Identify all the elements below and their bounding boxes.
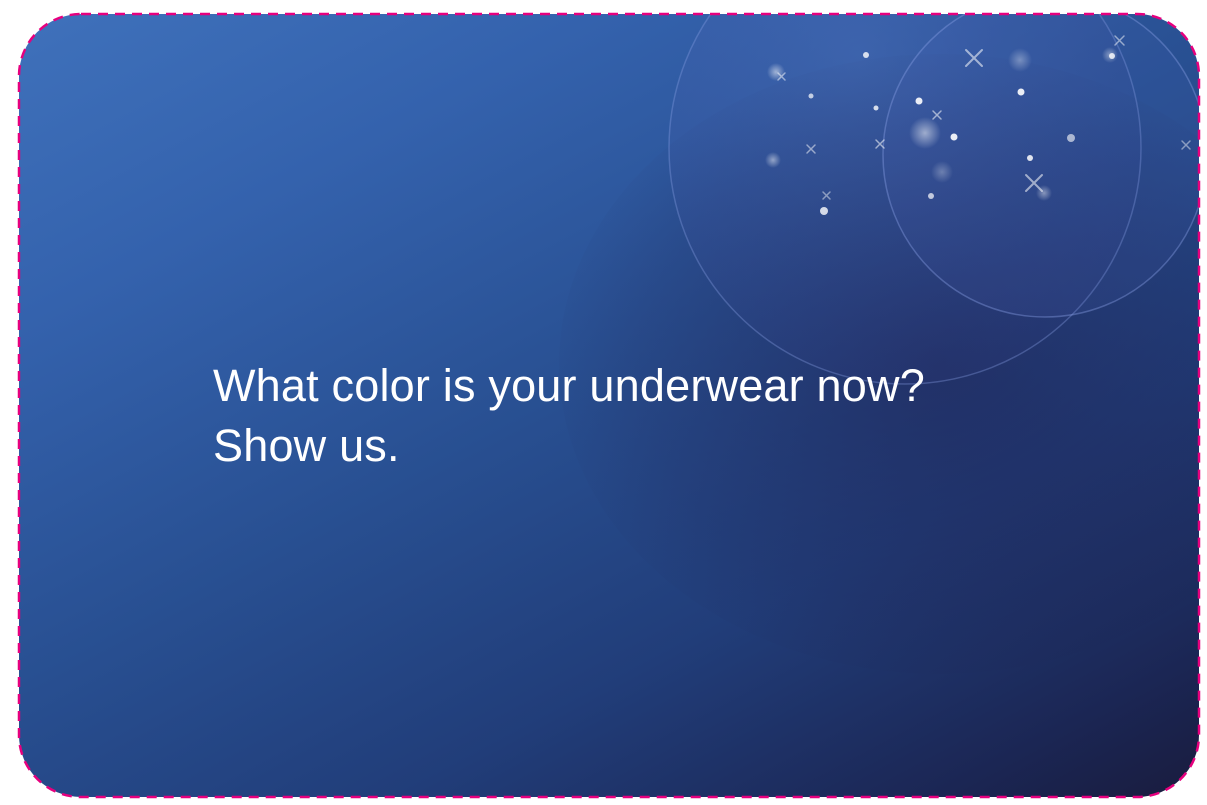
- question-line-1: What color is your underwear now?: [213, 360, 925, 411]
- question-text: What color is your underwear now? Show u…: [213, 356, 1013, 476]
- question-line-2: Show us.: [213, 420, 400, 471]
